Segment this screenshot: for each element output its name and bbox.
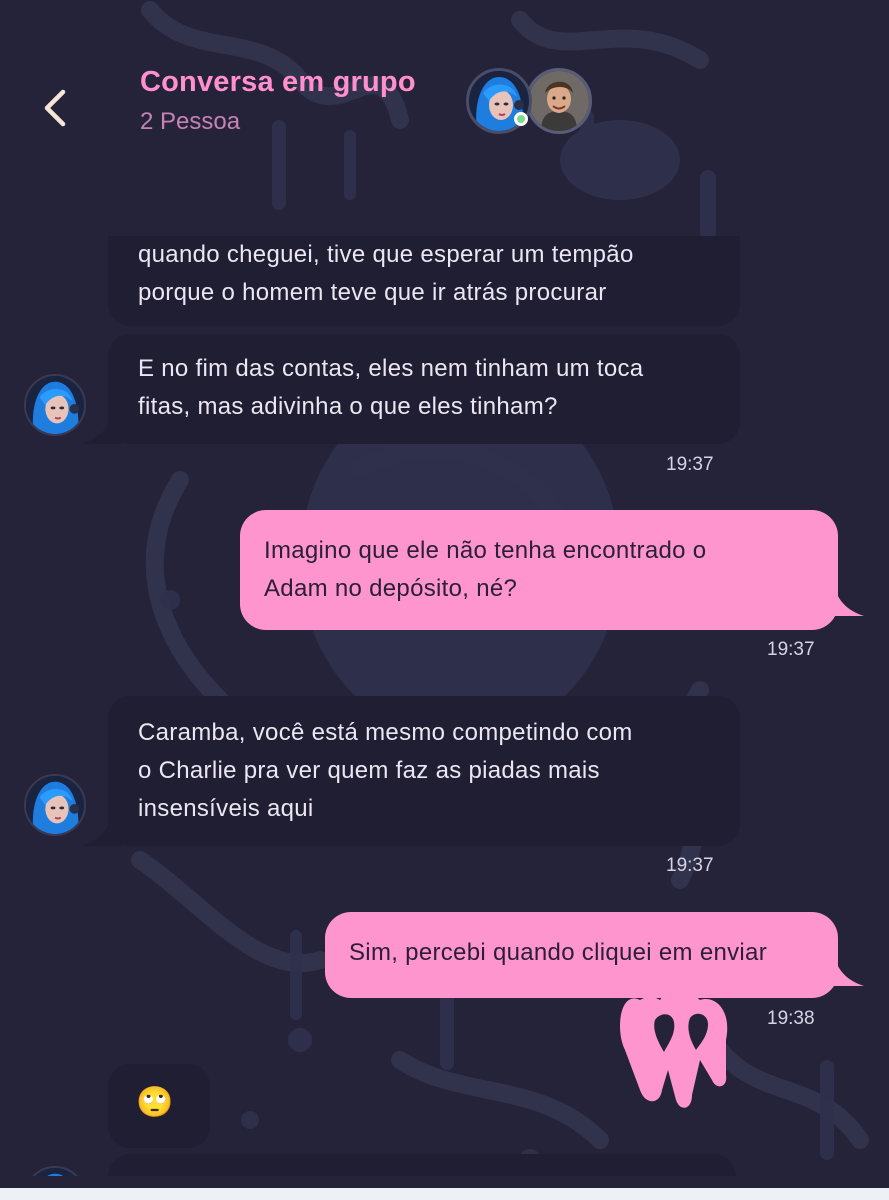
message-line: Imagino que ele não tenha encontrado o bbox=[264, 537, 707, 564]
message-line: o Charlie pra ver quem faz as piadas mai… bbox=[138, 757, 600, 784]
bubble-tail bbox=[82, 816, 122, 846]
message-time: 19:37 bbox=[666, 855, 714, 876]
back-button[interactable] bbox=[28, 80, 84, 136]
avatar-girl[interactable] bbox=[24, 1166, 86, 1176]
message-line: quando cheguei, tive que esperar um temp… bbox=[138, 241, 634, 268]
message-line: Sim, percebi quando cliquei em enviar bbox=[349, 939, 767, 966]
message-bubble[interactable]: Caramba, você está mesmo competindo com … bbox=[108, 696, 740, 846]
page-title: Conversa em grupo bbox=[140, 66, 416, 98]
message-bubble[interactable]: Imagino que ele não tenha encontrado o A… bbox=[240, 510, 838, 630]
message-bubble[interactable] bbox=[108, 1154, 736, 1176]
avatar-man bbox=[526, 68, 592, 134]
bubble-tail bbox=[824, 586, 864, 616]
avatar-girl[interactable] bbox=[24, 774, 86, 836]
message-bubble[interactable]: E no fim das contas, eles nem tinham um … bbox=[108, 334, 740, 444]
chat-header: Conversa em grupo 2 Pessoa bbox=[0, 0, 889, 170]
message-line: porque o homem teve que ir atrás procura… bbox=[138, 279, 607, 306]
message-line: insensíveis aqui bbox=[138, 795, 314, 822]
bubble-tail bbox=[82, 414, 122, 444]
message-bubble[interactable]: Sim, percebi quando cliquei em enviar bbox=[325, 912, 838, 998]
message-time: 19:37 bbox=[666, 454, 714, 475]
group-avatars[interactable] bbox=[464, 66, 599, 138]
chevron-left-icon bbox=[44, 89, 66, 127]
message-line: Adam no depósito, né? bbox=[264, 575, 518, 602]
message-time: 19:38 bbox=[767, 1008, 815, 1029]
message-bubble[interactable]: quando cheguei, tive que esperar um temp… bbox=[108, 236, 740, 326]
eye-roll-emoji: 🙄 bbox=[136, 1086, 174, 1119]
message-list[interactable]: quando cheguei, tive que esperar um temp… bbox=[0, 236, 889, 1176]
bottom-edge bbox=[0, 1188, 889, 1200]
participant-count: 2 Pessoa bbox=[140, 108, 241, 135]
message-line: E no fim das contas, eles nem tinham um … bbox=[138, 355, 644, 382]
message-bubble[interactable]: 🙄 bbox=[108, 1064, 210, 1148]
online-dot-icon bbox=[514, 112, 528, 126]
message-time: 19:37 bbox=[767, 639, 815, 660]
bubble-tail bbox=[824, 956, 864, 986]
message-line: fitas, mas adivinha o que eles tinham? bbox=[138, 393, 558, 420]
avatar-girl[interactable] bbox=[24, 374, 86, 436]
message-line: Caramba, você está mesmo competindo com bbox=[138, 719, 633, 746]
